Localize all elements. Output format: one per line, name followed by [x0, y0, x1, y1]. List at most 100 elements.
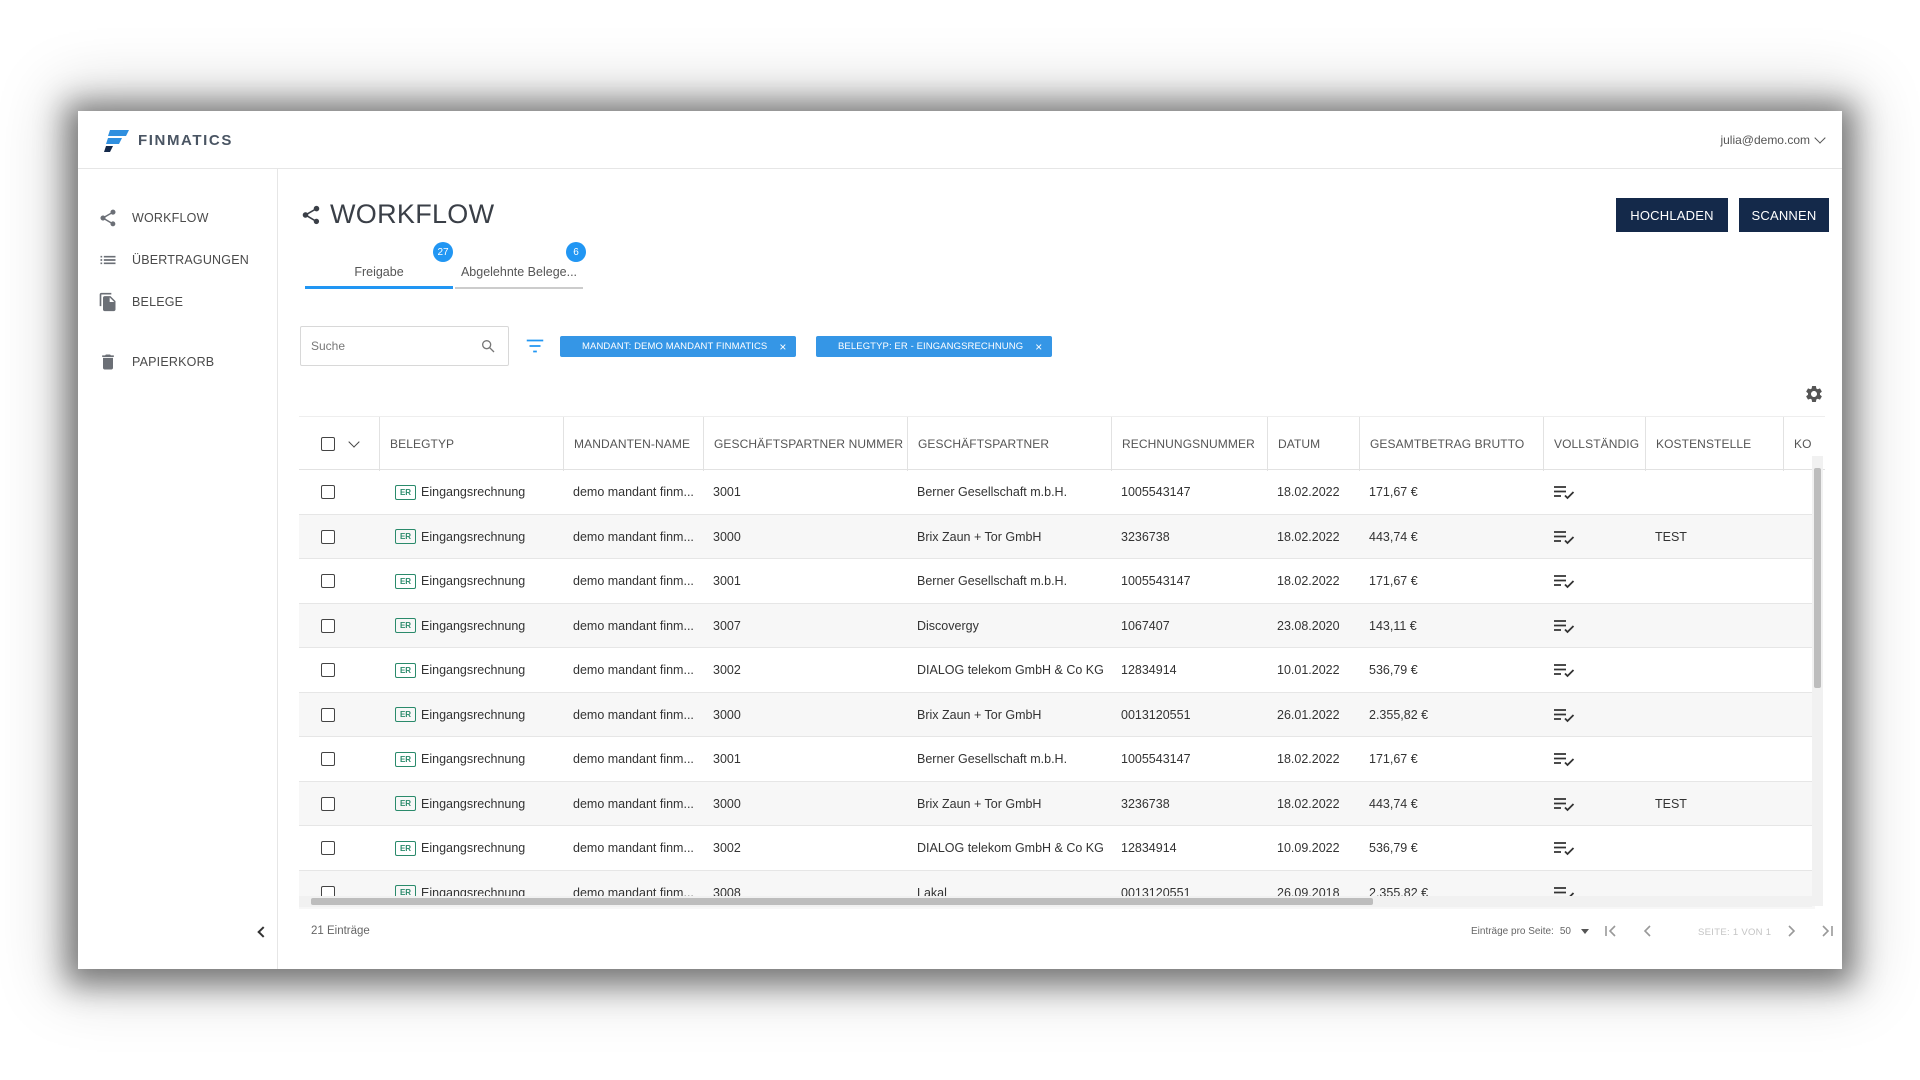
cell-kostenstelle — [1655, 604, 1781, 648]
vertical-scrollbar[interactable] — [1812, 456, 1823, 906]
er-type-badge: ER — [395, 662, 416, 678]
cell-kostenstelle — [1655, 693, 1781, 737]
row-select-cell — [321, 648, 361, 692]
search-input[interactable] — [301, 327, 461, 365]
cell-mandanten-name: demo mandant finm... — [573, 663, 694, 677]
table-row[interactable]: ER Eingangsrechnung demo mandant finm... 30… — [299, 603, 1815, 648]
table-row[interactable]: ER Eingangsrechnung demo mandant finm... 30… — [299, 470, 1815, 515]
column-header-mandanten-name[interactable]: MANDANTEN-NAME — [563, 417, 703, 471]
top-bar: FINMATICS julia@demo.com — [78, 111, 1842, 169]
row-checkbox[interactable] — [321, 841, 335, 855]
cell-mandanten-name: demo mandant finm... — [573, 574, 694, 588]
close-icon[interactable]: × — [779, 340, 786, 354]
filter-chip-label: MANDANT: DEMO MANDANT FINMATICS — [582, 341, 768, 352]
row-checkbox[interactable] — [321, 529, 335, 544]
row-checkbox[interactable] — [321, 574, 335, 588]
row-checkbox[interactable] — [321, 707, 335, 722]
column-header-kostenstelle[interactable]: KOSTENSTELLE — [1645, 417, 1783, 471]
checklist-icon[interactable] — [1553, 662, 1575, 678]
cell-belegtyp: ER Eingangsrechnung — [395, 470, 563, 514]
per-page-select[interactable]: Einträge pro Seite: 50 — [1471, 926, 1589, 937]
cell-geschaeftspartner: Berner Gesellschaft m.b.H. — [917, 574, 1068, 588]
cell-text: Eingangsrechnung — [421, 707, 526, 722]
table-row[interactable]: ER Eingangsrechnung demo mandant finm... 30… — [299, 692, 1815, 737]
per-page-value: 50 — [1559, 926, 1571, 937]
er-type-badge: ER — [395, 484, 416, 500]
user-menu[interactable]: julia@demo.com — [1720, 132, 1826, 147]
sidebar-item-belege[interactable]: BELEGE — [98, 292, 183, 312]
er-type-badge: ER — [395, 751, 416, 767]
row-checkbox[interactable] — [321, 796, 335, 811]
search-icon[interactable] — [480, 338, 496, 354]
entry-count: 21 Einträge — [311, 925, 370, 937]
upload-button[interactable]: HOCHLADEN — [1616, 198, 1728, 232]
cell-rechnungsnummer: 12834914 — [1121, 663, 1177, 677]
tab-freigabe[interactable]: Freigabe 27 — [305, 242, 453, 289]
row-checkbox[interactable] — [321, 663, 335, 677]
column-header-datum[interactable]: DATUM — [1267, 417, 1359, 471]
scan-button[interactable]: SCANNEN — [1739, 198, 1829, 232]
checklist-icon[interactable] — [1553, 484, 1575, 500]
logo[interactable]: FINMATICS — [104, 128, 233, 152]
scrollbar-thumb[interactable] — [311, 898, 1373, 905]
horizontal-scrollbar[interactable] — [299, 896, 1812, 907]
filter-icon[interactable] — [524, 335, 546, 357]
row-checkbox[interactable] — [321, 485, 335, 499]
app-window: FINMATICS julia@demo.com WORKFLOW ÜBERTR… — [78, 111, 1842, 969]
scrollbar-thumb[interactable] — [1814, 468, 1821, 688]
row-select-cell — [321, 737, 361, 781]
table-header: BELEGTYP MANDANTEN-NAME GESCHÄFTSPARTNER… — [299, 416, 1825, 471]
column-header-belegtyp[interactable]: BELEGTYP — [379, 417, 563, 471]
checklist-icon[interactable] — [1553, 751, 1575, 767]
cell-geschaeftspartner: Berner Gesellschaft m.b.H. — [917, 752, 1068, 766]
checklist-icon[interactable] — [1553, 796, 1575, 812]
page-title-text: WORKFLOW — [330, 199, 495, 229]
cell-gesamtbetrag: 443,74 € — [1369, 529, 1418, 544]
cell-datum: 18.02.2022 — [1277, 752, 1340, 766]
er-type-badge: ER — [395, 573, 416, 589]
collapse-sidebar-icon[interactable] — [254, 925, 268, 939]
column-header-vollstaendig[interactable]: VOLLSTÄNDIG — [1543, 417, 1645, 471]
table-row[interactable]: ER Eingangsrechnung demo mandant finm... 30… — [299, 514, 1815, 559]
checklist-icon[interactable] — [1553, 618, 1575, 634]
checklist-icon[interactable] — [1553, 707, 1575, 723]
cell-gesamtbetrag: 443,74 € — [1369, 796, 1418, 811]
checklist-icon[interactable] — [1553, 529, 1575, 545]
table-row[interactable]: ER Eingangsrechnung demo mandant finm... 30… — [299, 826, 1815, 871]
column-header-gesamtbetrag[interactable]: GESAMTBETRAG BRUTTO — [1359, 417, 1543, 471]
row-checkbox[interactable] — [321, 618, 335, 633]
sidebar-item-workflow[interactable]: WORKFLOW — [98, 208, 209, 228]
first-page-button[interactable] — [1603, 923, 1619, 939]
close-icon[interactable]: × — [1035, 340, 1042, 354]
table-row[interactable]: ER Eingangsrechnung demo mandant finm... 30… — [299, 559, 1815, 604]
column-header-geschaeftspartner[interactable]: GESCHÄFTSPARTNER — [907, 417, 1111, 471]
column-header-partner-nummer[interactable]: GESCHÄFTSPARTNER NUMMER — [703, 417, 907, 471]
cell-kostenstelle — [1655, 648, 1781, 692]
cell-datum: 26.01.2022 — [1277, 707, 1340, 722]
checklist-icon[interactable] — [1553, 840, 1575, 856]
select-all-checkbox[interactable] — [321, 437, 335, 451]
row-checkbox[interactable] — [321, 752, 335, 766]
table-row[interactable]: ER Eingangsrechnung demo mandant finm... 30… — [299, 737, 1815, 782]
next-page-button[interactable] — [1783, 923, 1799, 939]
last-page-icon — [1822, 925, 1833, 937]
table-row[interactable]: ER Eingangsrechnung demo mandant finm... 30… — [299, 781, 1815, 826]
sidebar-item-papierkorb[interactable]: PAPIERKORB — [98, 352, 214, 372]
table-row[interactable]: ER Eingangsrechnung demo mandant finm... 30… — [299, 648, 1815, 693]
tab-abgelehnte-belege[interactable]: Abgelehnte Belege... 6 — [455, 242, 586, 289]
last-page-button[interactable] — [1819, 923, 1835, 939]
first-page-icon — [1605, 925, 1616, 937]
sidebar-item-uebertragungen[interactable]: ÜBERTRAGUNGEN — [98, 250, 249, 270]
previous-page-button[interactable] — [1640, 923, 1656, 939]
checklist-icon[interactable] — [1553, 573, 1575, 589]
gear-icon[interactable] — [1804, 384, 1824, 404]
cell-kostenstelle — [1655, 737, 1781, 781]
cell-kostenstelle — [1655, 826, 1781, 870]
cell-gesamtbetrag: 171,67 € — [1369, 752, 1418, 766]
cell-partner-nummer: 3001 — [713, 485, 741, 499]
cell-text: Eingangsrechnung — [421, 618, 526, 633]
tab-label: Freigabe — [354, 264, 404, 279]
cell-text: Eingangsrechnung — [421, 529, 526, 544]
chevron-down-icon[interactable] — [348, 436, 360, 448]
column-header-rechnungsnummer[interactable]: RECHNUNGSNUMMER — [1111, 417, 1267, 471]
